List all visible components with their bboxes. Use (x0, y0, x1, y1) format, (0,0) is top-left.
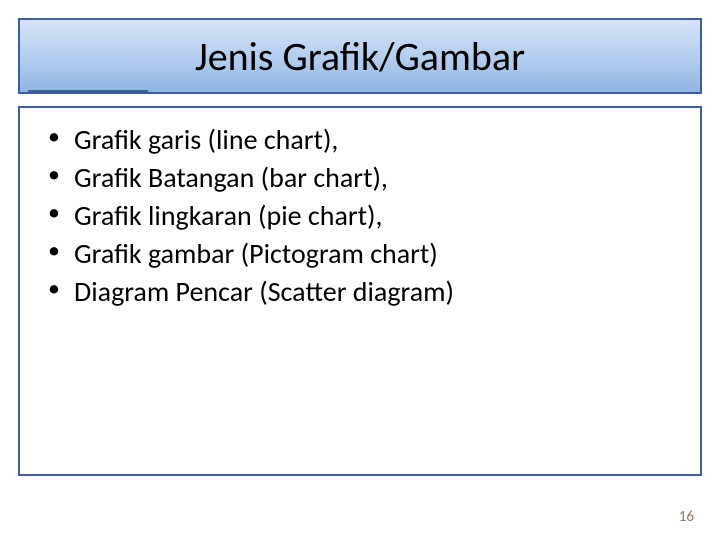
page-number: 16 (679, 508, 694, 526)
title-bar: Jenis Grafik/Gambar (18, 18, 702, 94)
list-item: Grafik garis (line chart), (48, 122, 690, 157)
content-box: Grafik garis (line chart), Grafik Batang… (18, 106, 702, 476)
list-item: Grafik Batangan (bar chart), (48, 160, 690, 195)
list-item: Grafik lingkaran (pie chart), (48, 198, 690, 233)
title-underline (28, 90, 148, 93)
list-item: Diagram Pencar (Scatter diagram) (48, 274, 690, 309)
slide-title: Jenis Grafik/Gambar (195, 32, 525, 81)
bullet-list: Grafik garis (line chart), Grafik Batang… (48, 122, 690, 309)
slide: Jenis Grafik/Gambar Grafik garis (line c… (0, 0, 720, 540)
list-item: Grafik gambar (Pictogram chart) (48, 236, 690, 271)
